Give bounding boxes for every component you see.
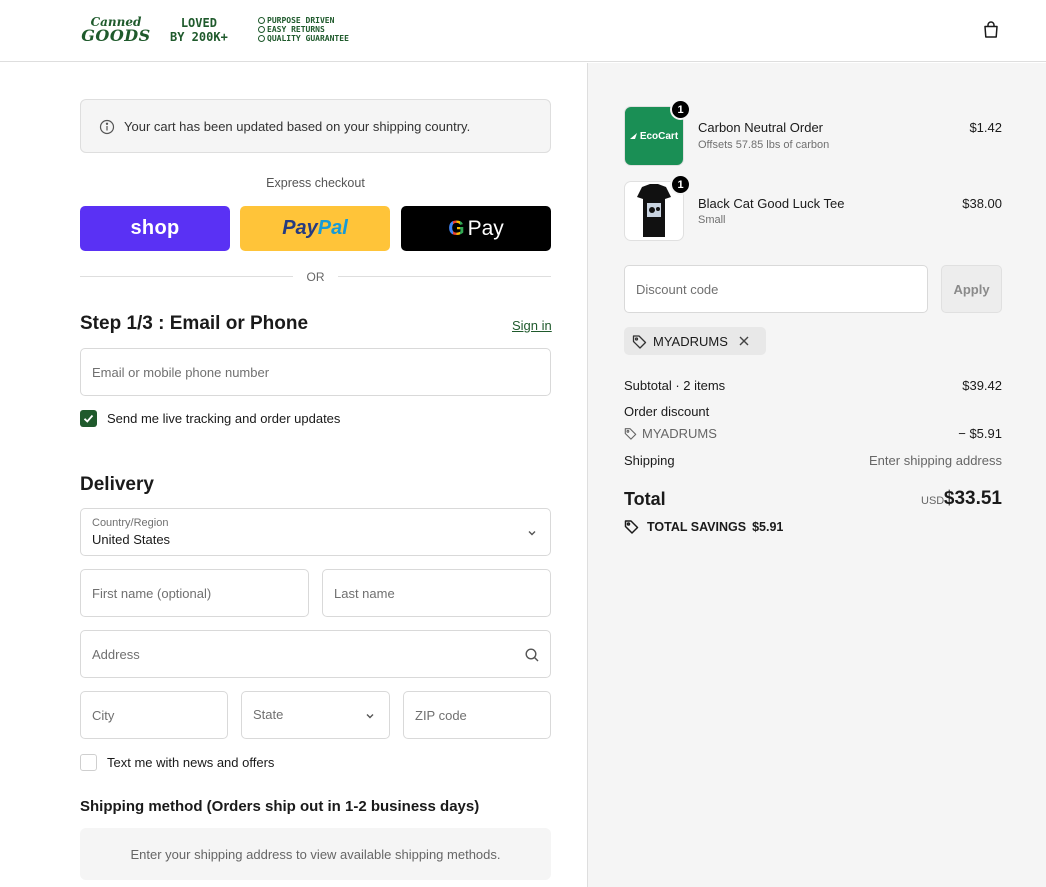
line-item-carbon-neutral: EcoCart 1 Carbon Neutral Order Offsets 5… (624, 99, 1002, 166)
shipping-value: Enter shipping address (869, 453, 1002, 468)
order-discount-row: Order discount (624, 404, 1002, 419)
email-field[interactable]: Email or mobile phone number (80, 348, 551, 396)
search-icon[interactable] (524, 647, 540, 663)
quantity-badge: 1 (670, 174, 691, 195)
ecocart-thumbnail: EcoCart 1 (624, 99, 691, 166)
chevron-down-icon (366, 714, 374, 719)
badge-purpose: PURPOSE DRIVEN (258, 16, 349, 25)
zip-field[interactable]: ZIP code (403, 691, 551, 739)
currency-code: USD (921, 495, 945, 507)
notice-text: Your cart has been updated based on your… (124, 119, 471, 134)
line-item-black-cat-tee: 1 Black Cat Good Luck Tee Small $38.00 (624, 174, 1002, 241)
item-detail: Small (698, 214, 726, 226)
tracking-label: Send me live tracking and order updates (107, 411, 341, 426)
subtotal-value: $39.42 (962, 378, 1002, 393)
country-select[interactable]: Country/Region United States (80, 508, 551, 556)
news-checkbox[interactable] (80, 754, 97, 771)
discount-code-name: MYADRUMS (642, 426, 717, 441)
applied-discount-chip: MYADRUMS (624, 327, 766, 355)
or-label: OR (306, 270, 325, 284)
google-g-icon: G (448, 216, 465, 240)
total-amount: $33.51 (943, 488, 1002, 509)
news-label: Text me with news and offers (107, 755, 275, 770)
cart-updated-notice: Your cart has been updated based on your… (80, 99, 551, 153)
express-checkout-label: Express checkout (266, 176, 365, 190)
quantity-badge: 1 (670, 99, 691, 120)
badge-returns: EASY RETURNS (258, 25, 349, 34)
shipping-row: Shipping Enter shipping address (624, 453, 1002, 468)
brand-promises: PURPOSE DRIVEN EASY RETURNS QUALITY GUAR… (258, 16, 349, 43)
shipping-method-heading: Shipping method (Orders ship out in 1-2 … (80, 798, 480, 815)
checkmark-icon (83, 414, 94, 423)
tracking-checkbox[interactable] (80, 410, 97, 427)
state-select[interactable]: State (241, 691, 390, 739)
city-field[interactable]: City (80, 691, 228, 739)
total-savings: TOTAL SAVINGS $5.91 (624, 519, 783, 534)
tag-icon (632, 334, 647, 349)
discount-code-row: MYADRUMS − $5.91 (624, 426, 1002, 441)
header: Canned GOODS LOVED BY 200K+ PURPOSE DRIV… (0, 0, 1046, 62)
delivery-heading: Delivery (80, 474, 154, 495)
item-name: Black Cat Good Luck Tee (698, 196, 845, 211)
canned-goods-logo[interactable]: Canned GOODS (81, 16, 151, 46)
shipping-method-placeholder: Enter your shipping address to view avai… (80, 828, 551, 880)
divider-left (80, 276, 293, 277)
info-icon (99, 119, 115, 135)
apply-discount-button[interactable]: Apply (941, 265, 1002, 313)
contact-heading: Step 1/3 : Email or Phone (80, 313, 309, 334)
discount-code-field[interactable]: Discount code (624, 265, 928, 313)
last-name-field[interactable]: Last name (322, 569, 551, 617)
ecocart-leaf-icon (629, 133, 637, 139)
shipping-label: Shipping (624, 453, 675, 468)
item-name: Carbon Neutral Order (698, 120, 823, 135)
item-detail: Offsets 57.85 lbs of carbon (698, 139, 830, 151)
discount-amount: − $5.91 (958, 426, 1002, 441)
loved-by-badge: LOVED BY 200K+ (170, 16, 228, 44)
shopping-bag-icon[interactable] (981, 20, 1001, 40)
first-name-field[interactable]: First name (optional) (80, 569, 309, 617)
order-discount-label: Order discount (624, 404, 710, 419)
chevron-down-icon (528, 531, 536, 536)
shop-pay-button[interactable]: shop (80, 206, 230, 251)
remove-discount-icon[interactable] (738, 335, 750, 347)
badge-quality: QUALITY GUARANTEE (258, 34, 349, 43)
paypal-button[interactable]: Pay Pal (240, 206, 390, 251)
subtotal-row: Subtotal · 2 items $39.42 (624, 378, 1002, 393)
sign-in-link[interactable]: Sign in (512, 318, 552, 333)
subtotal-label: Subtotal · 2 items (624, 378, 726, 393)
address-field[interactable]: Address (80, 630, 551, 678)
item-price: $38.00 (962, 196, 1002, 211)
tee-thumbnail: 1 (624, 174, 691, 241)
google-pay-button[interactable]: G Pay (401, 206, 551, 251)
item-price: $1.42 (969, 120, 1002, 135)
tag-icon (624, 428, 637, 440)
tracking-checkbox-row[interactable]: Send me live tracking and order updates (80, 410, 340, 427)
divider-right (338, 276, 551, 277)
savings-tag-icon (624, 520, 639, 534)
tshirt-image (637, 184, 671, 237)
news-checkbox-row[interactable]: Text me with news and offers (80, 754, 274, 771)
total-label: Total (624, 489, 666, 509)
